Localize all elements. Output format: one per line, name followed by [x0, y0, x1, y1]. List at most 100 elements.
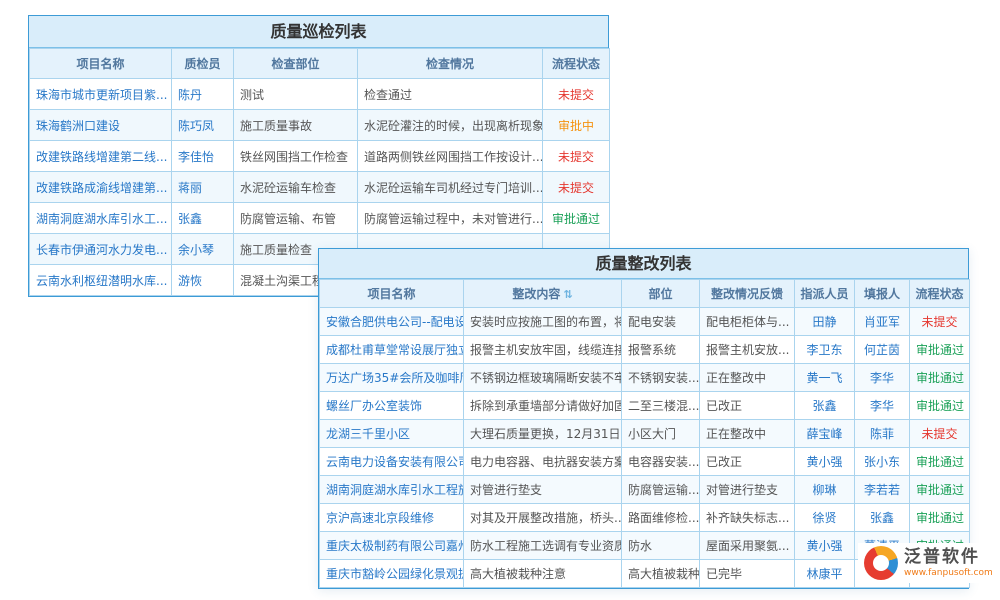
column-header-label: 项目名称 [367, 287, 415, 301]
cell-name[interactable]: 安徽合肥供电公司--配电设备... [320, 308, 464, 336]
cell-part: 报警系统 [622, 336, 700, 364]
cell-content: 对其及开展整改措施，桥头... [464, 504, 622, 532]
cell-feedback: 补齐缺失标志... [700, 504, 795, 532]
column-header-inspector: 质检员 [172, 49, 234, 79]
cell-assignee[interactable]: 张鑫 [795, 392, 855, 420]
cell-name[interactable]: 湖南洞庭湖水库引水工程施工... [320, 476, 464, 504]
cell-content: 防水工程施工选调有专业资质... [464, 532, 622, 560]
cell-status: 审批通过 [910, 448, 970, 476]
inspection-row: 湖南洞庭湖水库引水工...张鑫防腐管运输、布管防腐管运输过程中，未对管进行...… [30, 203, 610, 234]
cell-status: 未提交 [910, 308, 970, 336]
cell-status: 审批通过 [910, 392, 970, 420]
column-header-content[interactable]: 整改内容⇅ [464, 280, 622, 308]
cell-name[interactable]: 重庆太极制药有限公司嘉州中... [320, 532, 464, 560]
rectification-title: 质量整改列表 [319, 249, 968, 279]
cell-inspector[interactable]: 蒋丽 [172, 172, 234, 203]
cell-feedback: 正在整改中 [700, 420, 795, 448]
rectification-row: 安徽合肥供电公司--配电设备...安装时应按施工图的布置，将...配电安装配电柜… [320, 308, 970, 336]
cell-assignee[interactable]: 田静 [795, 308, 855, 336]
cell-inspector[interactable]: 李佳怡 [172, 141, 234, 172]
cell-situation: 检查通过 [358, 79, 543, 110]
cell-inspector[interactable]: 张鑫 [172, 203, 234, 234]
cell-status: 未提交 [543, 172, 610, 203]
cell-name[interactable]: 云南电力设备安装有限公司20... [320, 448, 464, 476]
cell-reporter[interactable]: 李华 [855, 364, 910, 392]
column-header-label: 流程状态 [552, 57, 600, 71]
fanpu-logo-icon [864, 546, 898, 580]
cell-name[interactable]: 湖南洞庭湖水库引水工... [30, 203, 172, 234]
cell-reporter[interactable]: 陈菲 [855, 420, 910, 448]
column-header-label: 检查情况 [426, 57, 474, 71]
column-header-label: 整改情况反馈 [711, 287, 783, 301]
rectification-table: 项目名称整改内容⇅部位整改情况反馈指派人员填报人流程状态 安徽合肥供电公司--配… [319, 279, 970, 588]
cell-assignee[interactable]: 黄小强 [795, 532, 855, 560]
cell-feedback: 已改正 [700, 448, 795, 476]
cell-status: 审批通过 [910, 476, 970, 504]
cell-status: 未提交 [543, 141, 610, 172]
column-header-part: 检查部位 [234, 49, 358, 79]
cell-reporter[interactable]: 肖亚军 [855, 308, 910, 336]
column-header-label: 指派人员 [800, 287, 848, 301]
cell-assignee[interactable]: 李卫东 [795, 336, 855, 364]
cell-name[interactable]: 重庆市豁岭公园绿化景观提升... [320, 560, 464, 588]
cell-name[interactable]: 龙湖三千里小区 [320, 420, 464, 448]
fanpu-logo: 泛普软件 www.fanpusoft.com [858, 543, 999, 583]
cell-name[interactable]: 长春市伊通河水力发电... [30, 234, 172, 265]
cell-status: 审批中 [543, 110, 610, 141]
cell-name[interactable]: 成都杜甫草堂常设展厅独立展... [320, 336, 464, 364]
cell-content: 拆除到承重墙部分请做好加固... [464, 392, 622, 420]
cell-name[interactable]: 万达广场35#会所及咖啡厅空... [320, 364, 464, 392]
cell-part: 配电安装 [622, 308, 700, 336]
cell-feedback: 配电柜柜体与... [700, 308, 795, 336]
cell-feedback: 已改正 [700, 392, 795, 420]
column-header-assignee: 指派人员 [795, 280, 855, 308]
cell-name[interactable]: 珠海市城市更新项目紫... [30, 79, 172, 110]
cell-status: 审批通过 [910, 336, 970, 364]
rectification-row: 云南电力设备安装有限公司20...电力电容器、电抗器安装方案,...电容器安装.… [320, 448, 970, 476]
cell-part: 小区大门 [622, 420, 700, 448]
inspection-row: 珠海市城市更新项目紫...陈丹测试检查通过未提交 [30, 79, 610, 110]
cell-assignee[interactable]: 黄一飞 [795, 364, 855, 392]
cell-part: 防腐管运输、布管 [234, 203, 358, 234]
cell-assignee[interactable]: 黄小强 [795, 448, 855, 476]
cell-assignee[interactable]: 徐贤 [795, 504, 855, 532]
sort-icon[interactable]: ⇅ [563, 288, 572, 301]
cell-status: 审批通过 [543, 203, 610, 234]
cell-part: 二至三楼混... [622, 392, 700, 420]
logo-website-link[interactable]: www.fanpusoft.com [904, 568, 993, 578]
cell-content: 不锈钢边框玻璃隔断安装不牢... [464, 364, 622, 392]
cell-name[interactable]: 改建铁路线增建第二线... [30, 141, 172, 172]
cell-name[interactable]: 京沪高速北京段维修 [320, 504, 464, 532]
cell-reporter[interactable]: 何芷茵 [855, 336, 910, 364]
inspection-row: 珠海鹤洲口建设陈巧凤施工质量事故水泥砼灌注的时候，出现离析现象审批中 [30, 110, 610, 141]
column-header-situation: 检查情况 [358, 49, 543, 79]
cell-part: 电容器安装... [622, 448, 700, 476]
cell-name[interactable]: 珠海鹤洲口建设 [30, 110, 172, 141]
cell-reporter[interactable]: 李华 [855, 392, 910, 420]
cell-reporter[interactable]: 李若若 [855, 476, 910, 504]
cell-part: 不锈钢安装... [622, 364, 700, 392]
cell-assignee[interactable]: 薛宝峰 [795, 420, 855, 448]
cell-status: 未提交 [543, 79, 610, 110]
cell-assignee[interactable]: 柳琳 [795, 476, 855, 504]
cell-name[interactable]: 改建铁路成渝线增建第... [30, 172, 172, 203]
column-header-label: 质检员 [184, 57, 220, 71]
cell-feedback: 正在整改中 [700, 364, 795, 392]
cell-inspector[interactable]: 余小琴 [172, 234, 234, 265]
cell-status: 审批通过 [910, 364, 970, 392]
cell-inspector[interactable]: 陈丹 [172, 79, 234, 110]
column-header-part: 部位 [622, 280, 700, 308]
cell-reporter[interactable]: 张小东 [855, 448, 910, 476]
cell-inspector[interactable]: 陈巧凤 [172, 110, 234, 141]
cell-content: 电力电容器、电抗器安装方案,... [464, 448, 622, 476]
cell-name[interactable]: 云南水利枢纽潜明水库... [30, 265, 172, 296]
cell-assignee[interactable]: 林康平 [795, 560, 855, 588]
cell-feedback: 对管进行垫支 [700, 476, 795, 504]
column-header-label: 项目名称 [76, 57, 124, 71]
cell-inspector[interactable]: 游恢 [172, 265, 234, 296]
cell-name[interactable]: 螺丝厂办公室装饰 [320, 392, 464, 420]
cell-part: 测试 [234, 79, 358, 110]
cell-reporter[interactable]: 张鑫 [855, 504, 910, 532]
column-header-reporter: 填报人 [855, 280, 910, 308]
rectification-row: 万达广场35#会所及咖啡厅空...不锈钢边框玻璃隔断安装不牢...不锈钢安装..… [320, 364, 970, 392]
